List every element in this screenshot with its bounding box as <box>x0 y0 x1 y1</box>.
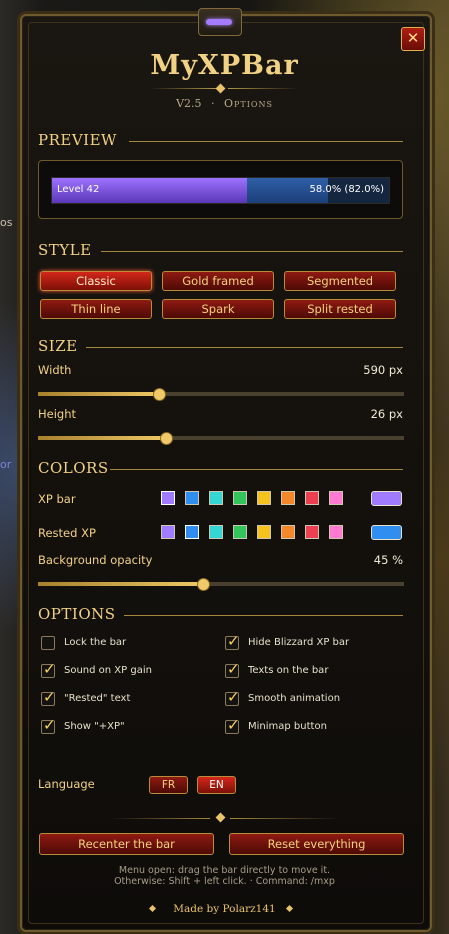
xp-bar-preview[interactable]: Level 42 58.0% (82.0%) <box>51 177 390 204</box>
color-swatch[interactable] <box>161 491 175 505</box>
xpbar-addon-icon <box>198 8 242 36</box>
color-swatch[interactable] <box>233 525 247 539</box>
color-swatch[interactable] <box>281 491 295 505</box>
style-button-gold-framed[interactable]: Gold framed <box>162 271 274 291</box>
opacity-slider[interactable] <box>38 578 404 591</box>
option-checkbox[interactable] <box>41 636 55 650</box>
window-subtitle: V2.5 · Options <box>0 97 449 110</box>
color-swatch[interactable] <box>209 525 223 539</box>
width-label: Width <box>38 363 72 377</box>
level-text: Level 42 <box>57 184 100 195</box>
background-text: os <box>0 216 13 229</box>
subtitle-separator: · <box>211 97 215 110</box>
style-button-thin-line[interactable]: Thin line <box>40 299 152 319</box>
style-button-segmented[interactable]: Segmented <box>284 271 396 291</box>
check-icon: ✓ <box>227 660 240 678</box>
option-checkbox[interactable]: ✓ <box>225 716 240 734</box>
style-button-spark[interactable]: Spark <box>162 299 274 319</box>
option-label: Show "+XP" <box>64 721 125 732</box>
title-divider <box>228 88 298 89</box>
recenter-bar-button[interactable]: Recenter the bar <box>39 833 214 855</box>
close-button[interactable]: ✕ <box>401 27 425 51</box>
hint-line-2: Otherwise: Shift + left click. · Command… <box>114 876 335 887</box>
section-divider <box>124 615 403 616</box>
check-icon: ✓ <box>227 716 240 734</box>
color-swatch[interactable] <box>257 525 271 539</box>
option-checkbox[interactable]: ✓ <box>225 660 240 678</box>
version-label: V2.5 <box>176 97 202 110</box>
width-slider-fill <box>38 392 159 396</box>
footer-divider <box>230 818 340 819</box>
section-title-style: STYLE <box>38 241 92 259</box>
section-title-colors: COLORS <box>38 459 109 477</box>
option-checkbox[interactable]: ✓ <box>41 688 56 706</box>
option-label: Texts on the bar <box>248 665 329 676</box>
opacity-slider-fill <box>38 582 203 586</box>
option-label: Minimap button <box>248 721 327 732</box>
color-swatch[interactable] <box>185 525 199 539</box>
section-divider <box>129 141 403 142</box>
section-divider <box>86 347 403 348</box>
color-swatch[interactable] <box>209 491 223 505</box>
check-icon: ✓ <box>43 660 56 678</box>
language-button-fr[interactable]: FR <box>149 776 188 794</box>
option-checkbox[interactable]: ✓ <box>225 632 240 650</box>
option-label: Sound on XP gain <box>64 665 152 676</box>
option-checkbox[interactable]: ✓ <box>41 660 56 678</box>
color-swatch[interactable] <box>233 491 247 505</box>
section-divider <box>110 469 403 470</box>
opacity-slider-knob[interactable] <box>196 578 210 591</box>
width-value: 590 px <box>363 363 403 377</box>
height-slider[interactable] <box>38 432 404 445</box>
check-icon: ✓ <box>227 632 240 650</box>
section-title-size: SIZE <box>38 337 78 355</box>
opacity-label: Background opacity <box>38 553 153 567</box>
language-label: Language <box>38 777 95 791</box>
footer-credit: Made by Polarz141 <box>173 903 276 915</box>
check-icon: ✓ <box>43 688 56 706</box>
option-checkbox[interactable]: ✓ <box>225 688 240 706</box>
language-button-en[interactable]: EN <box>197 776 236 794</box>
xp-color-selected[interactable] <box>371 491 402 506</box>
option-label: Smooth animation <box>248 693 341 704</box>
footer-divider <box>110 818 210 819</box>
color-swatch[interactable] <box>185 491 199 505</box>
reset-everything-button[interactable]: Reset everything <box>229 833 404 855</box>
width-slider-knob[interactable] <box>152 388 166 401</box>
option-label: "Rested" text <box>64 693 131 704</box>
title-divider <box>150 88 216 89</box>
section-title-options: OPTIONS <box>38 605 116 623</box>
style-button-classic[interactable]: Classic <box>40 271 152 291</box>
window-title: MyXPBar <box>150 50 299 81</box>
rested-color-label: Rested XP <box>38 526 96 540</box>
height-slider-fill <box>38 436 167 440</box>
color-swatch[interactable] <box>329 525 343 539</box>
check-icon: ✓ <box>227 688 240 706</box>
color-swatch[interactable] <box>257 491 271 505</box>
height-value: 26 px <box>370 407 403 421</box>
height-label: Height <box>38 407 77 421</box>
hint-line-1: Menu open: drag the bar directly to move… <box>118 865 331 876</box>
section-divider <box>101 251 403 252</box>
color-swatch[interactable] <box>305 525 319 539</box>
page-label: Options <box>224 97 273 110</box>
check-icon: ✓ <box>43 716 56 734</box>
rested-color-selected[interactable] <box>371 525 402 540</box>
progress-text: 58.0% (82.0%) <box>309 184 384 195</box>
background-text: or <box>0 458 12 471</box>
section-title-preview: PREVIEW <box>38 131 117 149</box>
width-slider[interactable] <box>38 388 404 401</box>
option-label: Hide Blizzard XP bar <box>248 637 350 648</box>
height-slider-knob[interactable] <box>160 432 174 445</box>
opacity-value: 45 % <box>373 553 403 567</box>
option-label: Lock the bar <box>64 637 127 648</box>
color-swatch[interactable] <box>161 525 175 539</box>
xp-color-label: XP bar <box>38 492 76 506</box>
option-checkbox[interactable]: ✓ <box>41 716 56 734</box>
color-swatch[interactable] <box>329 491 343 505</box>
color-swatch[interactable] <box>305 491 319 505</box>
style-button-split-rested[interactable]: Split rested <box>284 299 396 319</box>
color-swatch[interactable] <box>281 525 295 539</box>
